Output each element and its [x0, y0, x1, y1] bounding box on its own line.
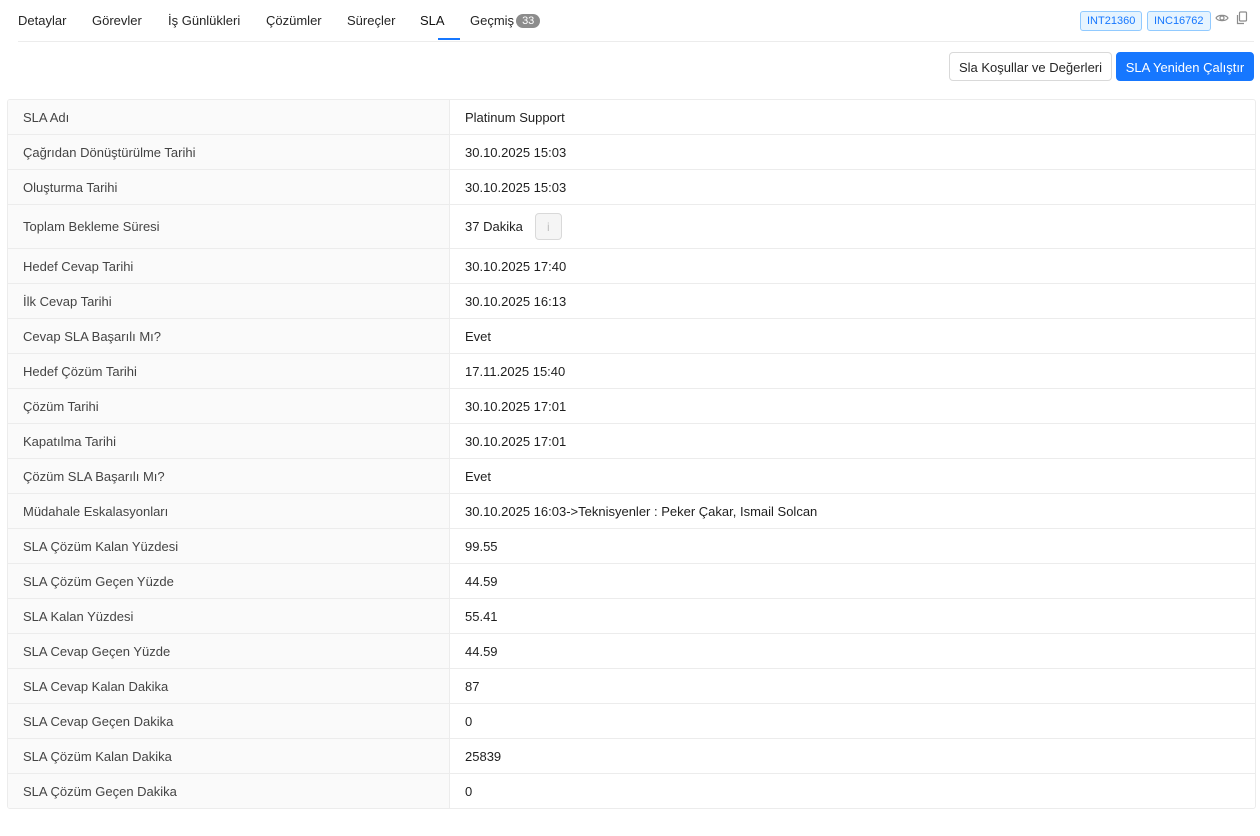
copy-icon[interactable]	[1236, 11, 1250, 27]
table-row: İlk Cevap Tarihi 30.10.2025 16:13	[8, 284, 1255, 319]
tab-gecmis-label: Geçmiş	[470, 13, 515, 28]
table-row: SLA Cevap Geçen Yüzde 44.59	[8, 634, 1255, 669]
row-label: SLA Kalan Yüzdesi	[8, 599, 450, 633]
row-value: 30.10.2025 15:03	[465, 179, 567, 195]
row-label: SLA Cevap Geçen Yüzde	[8, 634, 450, 668]
row-value: 17.11.2025 15:40	[465, 363, 566, 379]
row-value: 44.59	[465, 573, 498, 589]
row-value: 30.10.2025 16:13	[465, 293, 567, 309]
table-row: Çözüm SLA Başarılı Mı? Evet	[8, 459, 1255, 494]
table-row: Cevap SLA Başarılı Mı? Evet	[8, 319, 1255, 354]
row-value: Platinum Support	[465, 109, 565, 125]
table-row: SLA Adı Platinum Support	[8, 100, 1255, 135]
table-row: Çözüm Tarihi 30.10.2025 17:01	[8, 389, 1255, 424]
table-row: SLA Cevap Kalan Dakika 87	[8, 669, 1255, 704]
inc-id-tag[interactable]: INC16762	[1147, 11, 1211, 31]
row-label: Müdahale Eskalasyonları	[8, 494, 450, 528]
row-label: Oluşturma Tarihi	[8, 170, 450, 204]
table-row: Hedef Cevap Tarihi 30.10.2025 17:40	[8, 249, 1255, 284]
row-label: Kapatılma Tarihi	[8, 424, 450, 458]
row-value: 99.55	[465, 538, 498, 554]
row-label: Çağrıdan Dönüştürülme Tarihi	[8, 135, 450, 169]
row-value: 37 Dakika i	[450, 205, 1255, 248]
row-value: Evet	[465, 468, 492, 484]
row-label: İlk Cevap Tarihi	[8, 284, 450, 318]
row-label: SLA Çözüm Kalan Dakika	[8, 739, 450, 773]
row-value: 30.10.2025 16:03->Teknisyenler : Peker Ç…	[465, 503, 818, 519]
table-row: SLA Çözüm Kalan Yüzdesi 99.55	[8, 529, 1255, 564]
tab-sla[interactable]: SLA	[420, 13, 445, 28]
tab-gorevler[interactable]: Görevler	[92, 13, 142, 28]
table-row: SLA Çözüm Kalan Dakika 25839	[8, 739, 1255, 774]
tab-is-gunlukleri[interactable]: İş Günlükleri	[168, 13, 240, 28]
row-label: SLA Adı	[8, 100, 450, 134]
row-label: SLA Çözüm Kalan Yüzdesi	[8, 529, 450, 563]
row-label: SLA Cevap Geçen Dakika	[8, 704, 450, 738]
row-label: Hedef Çözüm Tarihi	[8, 354, 450, 388]
eye-icon[interactable]	[1215, 11, 1229, 27]
row-label: SLA Çözüm Geçen Yüzde	[8, 564, 450, 598]
table-row: Oluşturma Tarihi 30.10.2025 15:03	[8, 170, 1255, 205]
tab-surecler[interactable]: Süreçler	[347, 13, 395, 28]
row-value: 30.10.2025 15:03	[465, 144, 567, 160]
waiting-time-value: 37 Dakika	[465, 219, 523, 234]
table-row: Hedef Çözüm Tarihi 17.11.2025 15:40	[8, 354, 1255, 389]
row-value: 0	[465, 783, 473, 799]
row-value: 87	[465, 678, 480, 694]
table-row: SLA Çözüm Geçen Dakika 0	[8, 774, 1255, 808]
table-row: Kapatılma Tarihi 30.10.2025 17:01	[8, 424, 1255, 459]
row-value: 30.10.2025 17:40	[465, 258, 567, 274]
row-label: Çözüm Tarihi	[8, 389, 450, 423]
table-row: SLA Çözüm Geçen Yüzde 44.59	[8, 564, 1255, 599]
tab-gecmis[interactable]: Geçmiş 33	[470, 13, 541, 28]
int-id-tag[interactable]: INT21360	[1080, 11, 1143, 31]
active-tab-indicator	[438, 38, 460, 40]
tab-detaylar[interactable]: Detaylar	[18, 13, 66, 28]
row-label: Cevap SLA Başarılı Mı?	[8, 319, 450, 353]
table-row: Çağrıdan Dönüştürülme Tarihi 30.10.2025 …	[8, 135, 1255, 170]
row-value: 30.10.2025 17:01	[465, 433, 567, 449]
sla-details-table: SLA Adı Platinum Support Çağrıdan Dönüşt…	[7, 99, 1256, 809]
table-row: Müdahale Eskalasyonları 30.10.2025 16:03…	[8, 494, 1255, 529]
row-label: Çözüm SLA Başarılı Mı?	[8, 459, 450, 493]
history-count-badge: 33	[516, 14, 541, 28]
sla-conditions-button[interactable]: Sla Koşullar ve Değerleri	[949, 52, 1112, 81]
table-row: SLA Kalan Yüzdesi 55.41	[8, 599, 1255, 634]
info-icon[interactable]: i	[534, 213, 562, 240]
row-value: Evet	[465, 328, 492, 344]
row-value: 25839	[465, 748, 502, 764]
table-row: SLA Cevap Geçen Dakika 0	[8, 704, 1255, 739]
tab-cozumler[interactable]: Çözümler	[266, 13, 322, 28]
row-value: 44.59	[465, 643, 498, 659]
row-label: Hedef Cevap Tarihi	[8, 249, 450, 283]
row-value: 30.10.2025 17:01	[465, 398, 567, 414]
table-row: Toplam Bekleme Süresi 37 Dakika i	[8, 205, 1255, 249]
row-label: SLA Cevap Kalan Dakika	[8, 669, 450, 703]
row-value: 55.41	[465, 608, 498, 624]
tab-bar: Detaylar Görevler İş Günlükleri Çözümler…	[18, 0, 1254, 42]
sla-rerun-button[interactable]: SLA Yeniden Çalıştır	[1116, 52, 1254, 81]
row-label: SLA Çözüm Geçen Dakika	[8, 774, 450, 808]
row-value: 0	[465, 713, 473, 729]
row-label: Toplam Bekleme Süresi	[8, 205, 450, 248]
